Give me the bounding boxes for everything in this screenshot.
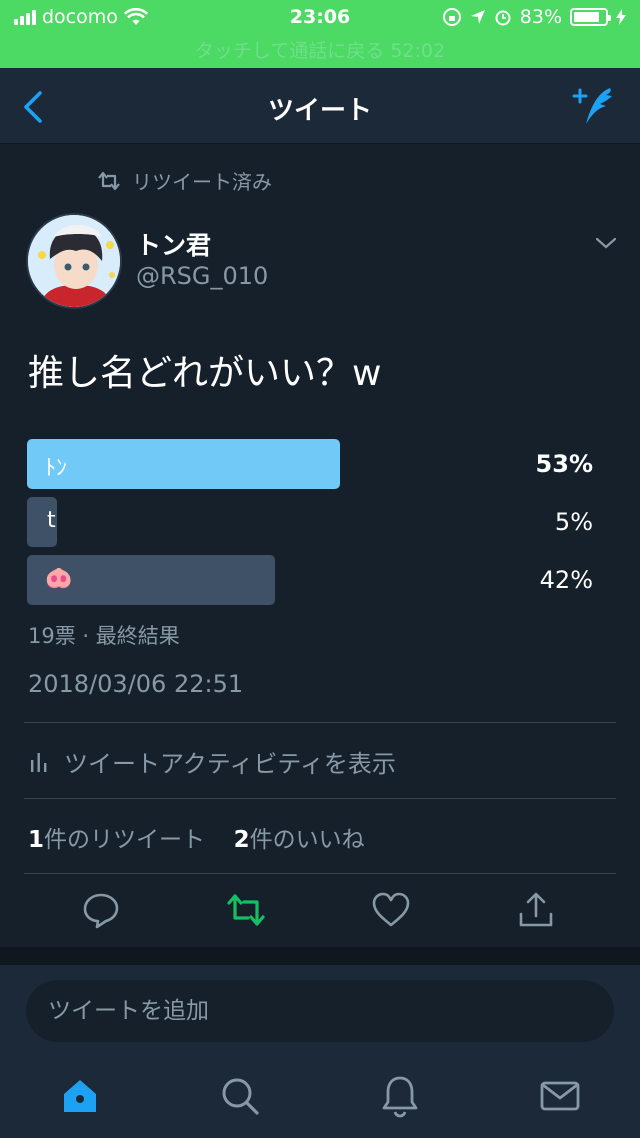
search-icon[interactable] — [218, 1074, 262, 1118]
home-icon[interactable] — [58, 1074, 102, 1118]
poll-option-percent: 42% — [539, 566, 593, 594]
author-handle[interactable]: @RSG_010 — [136, 262, 268, 290]
poll-option-label: t — [47, 508, 56, 533]
like-stat-label: 件のいいね — [249, 827, 365, 853]
retweet-icon[interactable] — [226, 890, 266, 930]
poll-option: 🐽 42% — [27, 555, 617, 605]
nav-bar: ツイート — [0, 68, 640, 144]
reply-icon[interactable] — [81, 890, 121, 930]
poll-option: ﾄﾝ 53% — [27, 439, 617, 489]
divider — [24, 722, 616, 723]
retweeted-indicator: リツイート済み — [96, 166, 272, 195]
poll-option-label: 🐽 — [45, 566, 73, 591]
activity-label: ツイートアクティビティを表示 — [64, 750, 396, 778]
divider — [24, 798, 616, 799]
tweet-text: 推し名どれがいい？w — [28, 353, 382, 394]
compose-tweet-icon[interactable] — [570, 84, 618, 128]
engagement-stats: 1件のリツイート 2件のいいね — [28, 820, 365, 854]
return-to-call-banner[interactable]: タッチして通話に戻る 52:02 — [0, 36, 640, 63]
chevron-down-icon[interactable] — [594, 234, 618, 252]
retweet-stat-label: 件のリツイート — [44, 827, 206, 853]
retweet-stat[interactable]: 1件のリツイート — [28, 827, 205, 853]
like-count: 2 — [233, 827, 250, 853]
like-icon[interactable] — [371, 890, 411, 930]
share-icon[interactable] — [516, 890, 556, 930]
divider — [24, 873, 616, 874]
view-activity-link[interactable]: ツイートアクティビティを表示 — [28, 744, 396, 779]
status-right: 83% — [442, 6, 626, 28]
battery-icon — [570, 8, 611, 26]
battery-percent: 83% — [519, 6, 562, 28]
poll-option-percent: 53% — [535, 450, 593, 478]
retweet-count: 1 — [28, 827, 45, 853]
notifications-icon[interactable] — [378, 1074, 422, 1118]
poll-option-label: ﾄﾝ — [45, 456, 68, 481]
like-stat[interactable]: 2件のいいね — [234, 827, 365, 853]
retweeted-label: リツイート済み — [132, 170, 272, 194]
tab-bar — [0, 1070, 640, 1138]
status-bar: docomo 23:06 83% タッチして通話に戻る 52:02 — [0, 0, 640, 68]
messages-icon[interactable] — [538, 1074, 582, 1118]
poll-option-percent: 5% — [554, 508, 593, 536]
poll-option: t 5% — [27, 497, 617, 547]
alarm-icon — [495, 10, 511, 26]
page-title: ツイート — [267, 96, 372, 126]
thread-gap — [0, 947, 640, 965]
poll-meta: 19票 · 最終結果 — [28, 624, 180, 648]
location-icon — [470, 10, 485, 24]
tweet-timestamp: 2018/03/06 22:51 — [28, 670, 244, 698]
reply-input[interactable]: ツイートを追加 — [26, 980, 614, 1042]
avatar-image — [28, 215, 120, 307]
charging-icon — [616, 9, 626, 25]
author-name[interactable]: トン君 — [136, 226, 211, 262]
tweet-actions — [0, 890, 640, 934]
retweet-icon — [98, 171, 120, 190]
avatar[interactable] — [26, 213, 122, 309]
activity-bars-icon — [31, 752, 47, 772]
rotation-lock-icon — [442, 8, 461, 26]
poll-bar — [27, 439, 340, 489]
